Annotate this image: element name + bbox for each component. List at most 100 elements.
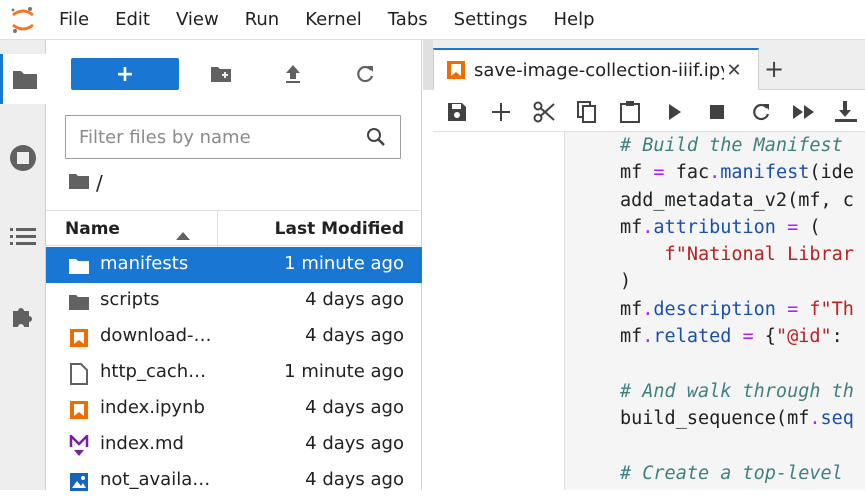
code-token: manifest [720, 162, 810, 184]
paste-button[interactable] [617, 99, 643, 125]
file-name: not_availa… [100, 469, 211, 490]
file-name: http_cach… [100, 361, 207, 382]
restart-run-all-button[interactable] [791, 99, 817, 125]
tab-notebook[interactable]: save-image-collection-iiif.ipy ✕ [433, 48, 759, 90]
scissors-icon [533, 101, 555, 123]
code-token: mf [620, 162, 654, 184]
code-token: description [653, 298, 776, 320]
menu-run[interactable]: Run [232, 0, 293, 40]
refresh-icon [357, 65, 374, 83]
splitter[interactable] [423, 40, 433, 90]
file-row[interactable]: not_availa… 4 days ago [46, 463, 422, 499]
jupyter-logo-icon [0, 0, 46, 40]
plus-icon: + [763, 55, 785, 83]
column-divider[interactable] [217, 211, 218, 247]
code-token: = [787, 216, 799, 238]
code-token: related [653, 326, 732, 348]
insert-cell-button[interactable] [488, 99, 514, 125]
file-row[interactable]: index.ipynb 4 days ago [46, 391, 422, 427]
code-token: mf [620, 216, 643, 238]
file-icon [68, 363, 90, 385]
file-row[interactable]: download-… 4 days ago [46, 319, 422, 355]
code-content: # Build the Manifest mf = fac.manifest(id… [620, 132, 854, 487]
file-name: index.md [100, 433, 184, 454]
copy-icon [577, 101, 596, 123]
menu-view[interactable]: View [163, 0, 232, 40]
code-token: . [642, 298, 654, 320]
code-line: mf.attribution = ( [620, 214, 854, 241]
plus-icon [492, 103, 510, 121]
menu-edit[interactable]: Edit [102, 0, 163, 40]
notebook-body: # Build the Manifest mf = fac.manifest(id… [433, 132, 865, 490]
menu-help[interactable]: Help [540, 0, 607, 40]
breadcrumb-root[interactable]: / [96, 171, 103, 195]
new-launcher-button[interactable]: + [71, 58, 179, 90]
notebook-icon [68, 399, 90, 421]
upload-button[interactable] [279, 60, 307, 88]
code-token: add_metadata_v2(mf, c [620, 189, 854, 211]
code-line: mf = fac.manifest(ide [620, 159, 854, 186]
cut-button[interactable] [531, 99, 557, 125]
refresh-button[interactable] [351, 60, 379, 88]
add-tab-button[interactable]: + [759, 48, 789, 90]
download-button[interactable] [833, 99, 859, 125]
toc-icon[interactable] [0, 212, 46, 262]
file-row[interactable]: http_cach… 1 minute ago [46, 355, 422, 391]
file-row[interactable]: manifests 1 minute ago [46, 247, 422, 283]
file-last-modified: 4 days ago [305, 433, 404, 454]
code-token: = [653, 162, 665, 184]
run-button[interactable] [662, 99, 688, 125]
folder-icon [68, 291, 90, 313]
code-line: mf.related = {"@id": [620, 323, 854, 350]
menu-kernel[interactable]: Kernel [292, 0, 375, 40]
copy-button[interactable] [574, 99, 600, 125]
file-name: manifests [100, 253, 189, 274]
file-name: scripts [100, 289, 160, 310]
folder-icon[interactable] [0, 54, 46, 104]
filter-files-input[interactable] [66, 126, 356, 148]
code-line: # And walk through th [620, 378, 854, 405]
running-icon[interactable] [0, 133, 46, 183]
interrupt-button[interactable] [704, 99, 730, 125]
code-line: build_sequence(mf.seq [620, 405, 854, 432]
code-token: (ide [809, 162, 854, 184]
save-icon [448, 103, 466, 121]
code-token: = [742, 326, 754, 348]
notebook-icon [68, 327, 90, 349]
activity-bar [0, 40, 46, 490]
code-cell-editor[interactable]: # Build the Manifest mf = fac.manifest(id… [564, 132, 865, 490]
code-token: mf [620, 298, 643, 320]
file-last-modified: 1 minute ago [284, 253, 404, 274]
save-button[interactable] [444, 99, 470, 125]
tab-label: save-image-collection-iiif.ipy [474, 59, 724, 81]
new-folder-button[interactable] [207, 60, 235, 88]
home-folder-icon[interactable] [68, 171, 90, 195]
file-browser-toolbar: + [46, 40, 422, 110]
code-token: ) [620, 271, 632, 293]
extension-icon[interactable] [0, 291, 46, 341]
folder-icon [68, 255, 90, 277]
menu-file[interactable]: File [46, 0, 102, 40]
column-header-name[interactable]: Name [65, 219, 120, 239]
file-name: download-… [100, 325, 212, 346]
menu-tabs[interactable]: Tabs [375, 0, 441, 40]
file-row[interactable]: scripts 4 days ago [46, 283, 422, 319]
close-icon[interactable]: ✕ [724, 60, 744, 81]
code-token: fac [664, 162, 710, 184]
column-header-last-modified[interactable]: Last Modified [275, 219, 404, 239]
menu-bar: File Edit View Run Kernel Tabs Settings … [0, 0, 865, 40]
code-token: f"Th [798, 298, 854, 320]
file-last-modified: 4 days ago [305, 397, 404, 418]
file-row[interactable]: index.md 4 days ago [46, 427, 422, 463]
new-folder-icon [211, 67, 231, 82]
markdown-icon [68, 435, 90, 457]
search-icon [356, 117, 396, 157]
main-area: save-image-collection-iiif.ipy ✕ + # Bui… [423, 40, 865, 490]
restart-button[interactable] [748, 99, 774, 125]
cell-prompt-gutter [433, 132, 564, 490]
code-token: . [642, 216, 654, 238]
menu-settings[interactable]: Settings [441, 0, 541, 40]
code-token: . [809, 407, 821, 429]
file-last-modified: 4 days ago [305, 325, 404, 346]
